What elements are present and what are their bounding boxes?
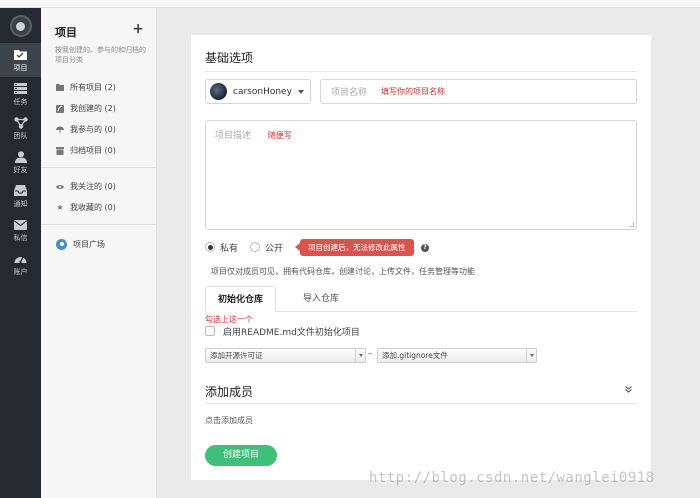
sidebar-item-label: 我关注的 (0) [70,182,116,191]
private-radio[interactable] [205,242,215,252]
double-chevron-down-icon[interactable] [625,386,632,395]
sidebar-item-created[interactable]: 我创建的 (2) [41,98,156,119]
nav-item-messages[interactable]: 私信 [0,213,41,247]
top-bar [0,0,700,8]
project-name-input[interactable]: 项目名称 填写你的项目名称 [320,79,637,104]
sidebar-item-label: 我创建的 (2) [70,104,116,113]
divider [205,71,637,72]
project-description-annotation: 随便写 [267,131,292,140]
project-sidebar: 项目 + 按我创建的、参与的和归档的项目分类 所有项目 (2) 我创建的 (2)… [41,8,157,498]
archive-icon [56,146,64,155]
umbrella-icon [56,126,64,134]
nav-item-label: 好友 [13,165,28,174]
edit-icon [56,104,64,113]
tab-import-repo[interactable]: 导入仓库 [291,286,351,312]
basic-options-heading: 基础选项 [205,51,254,65]
select-separator: – [368,349,373,359]
folder-icon [14,49,28,61]
owner-name: carsonHoney [233,86,292,97]
project-name-placeholder: 项目名称 [331,88,368,98]
sidebar-item-label: 归档项目 (0) [70,146,116,155]
mail-icon [14,219,28,231]
public-label: 公开 [265,243,284,254]
project-square-link[interactable]: 项目广场 [41,233,156,255]
chevron-down-icon [298,90,304,94]
sidebar-divider [41,167,156,168]
divider [205,403,637,404]
add-project-button[interactable]: + [132,21,144,37]
license-select-value: 添加开源许可证 [210,351,263,360]
watermark: http://blog.csdn.net/wanglei0918 [369,470,655,486]
create-project-button[interactable]: 创建项目 [205,445,277,466]
visibility-tooltip: 项目创建后，无法修改此属性 [295,239,414,256]
sidebar-item-archived[interactable]: 归档项目 (0) [41,140,156,161]
add-members-heading: 添加成员 [205,385,254,399]
sidebar-item-joined[interactable]: 我参与的 (0) [41,119,156,140]
owner-avatar [210,83,227,100]
visibility-hint: 项目仅对成员可见，拥有代码仓库，创建讨论，上传文件，任务管理等功能 [211,267,475,276]
star-icon: ★ [56,203,64,212]
license-select[interactable]: 添加开源许可证 [205,348,366,363]
nav-item-friends[interactable]: 好友 [0,145,41,179]
help-icon[interactable]: ? [421,244,429,252]
eye-icon [56,183,64,191]
main-nav: 项目 任务 团队 好友 通知 私信 账户 [0,8,41,498]
project-description-placeholder: 项目描述 [215,131,252,141]
tab-init-repo[interactable]: 初始化仓库 [205,286,277,312]
nav-item-projects[interactable]: 项目 [0,43,41,77]
add-members-link[interactable]: 点击添加成员 [205,415,253,426]
nav-item-team[interactable]: 团队 [0,111,41,145]
inbox-icon [14,185,28,197]
sidebar-item-label: 我参与的 (0) [70,125,116,134]
sidebar-item-label: 所有项目 (2) [70,83,116,92]
user-avatar[interactable] [9,15,32,37]
nav-item-label: 团队 [13,131,28,140]
public-radio[interactable] [250,242,261,252]
folder-icon [56,84,64,92]
readme-checkbox[interactable] [205,326,215,336]
sidebar-description: 按我创建的、参与的和归档的项目分类 [55,46,146,64]
sidebar-item-label: 我收藏的 (0) [70,203,116,212]
project-name-annotation: 填写你的项目名称 [381,87,446,96]
nav-item-label: 项目 [13,63,28,72]
nav-item-label: 任务 [13,97,28,106]
sidebar-item-following[interactable]: 我关注的 (0) [41,176,156,197]
nav-item-label: 私信 [13,233,28,242]
sidebar-item-favorites[interactable]: ★ 我收藏的 (0) [41,197,156,218]
chevron-down-icon [355,349,365,362]
task-list-icon [14,83,28,95]
gitignore-select-value: 添加.gitignore文件 [382,351,448,360]
visibility-options: 私有 公开 [205,240,295,254]
repo-tabs: 初始化仓库 导入仓库 [205,286,637,312]
compass-icon [56,238,67,250]
nav-item-label: 通知 [13,199,28,208]
readme-annotation: 勾选上这一个 [205,315,253,324]
private-label: 私有 [220,243,239,254]
project-square-label: 项目广场 [73,239,105,249]
sidebar-divider [41,224,156,225]
resize-handle-icon[interactable] [629,222,634,227]
sidebar-item-all-projects[interactable]: 所有项目 (2) [41,77,156,98]
nav-item-notifications[interactable]: 通知 [0,179,41,213]
create-project-panel: 基础选项 carsonHoney 项目名称 填写你的项目名称 项目描述 随便写 … [191,35,651,480]
team-icon [13,116,28,129]
user-icon [14,150,28,163]
owner-select[interactable]: carsonHoney [205,79,311,104]
nav-item-label: 账户 [13,267,28,276]
nav-item-account[interactable]: 账户 [0,247,41,281]
nav-item-tasks[interactable]: 任务 [0,77,41,111]
gitignore-select[interactable]: 添加.gitignore文件 [377,348,537,363]
project-description-textarea[interactable]: 项目描述 随便写 [205,120,637,230]
readme-option: 启用README.md文件初始化项目 [205,325,360,338]
readme-label: 启用README.md文件初始化项目 [223,327,360,338]
dashboard-icon [14,253,28,265]
chevron-down-icon [526,349,536,362]
